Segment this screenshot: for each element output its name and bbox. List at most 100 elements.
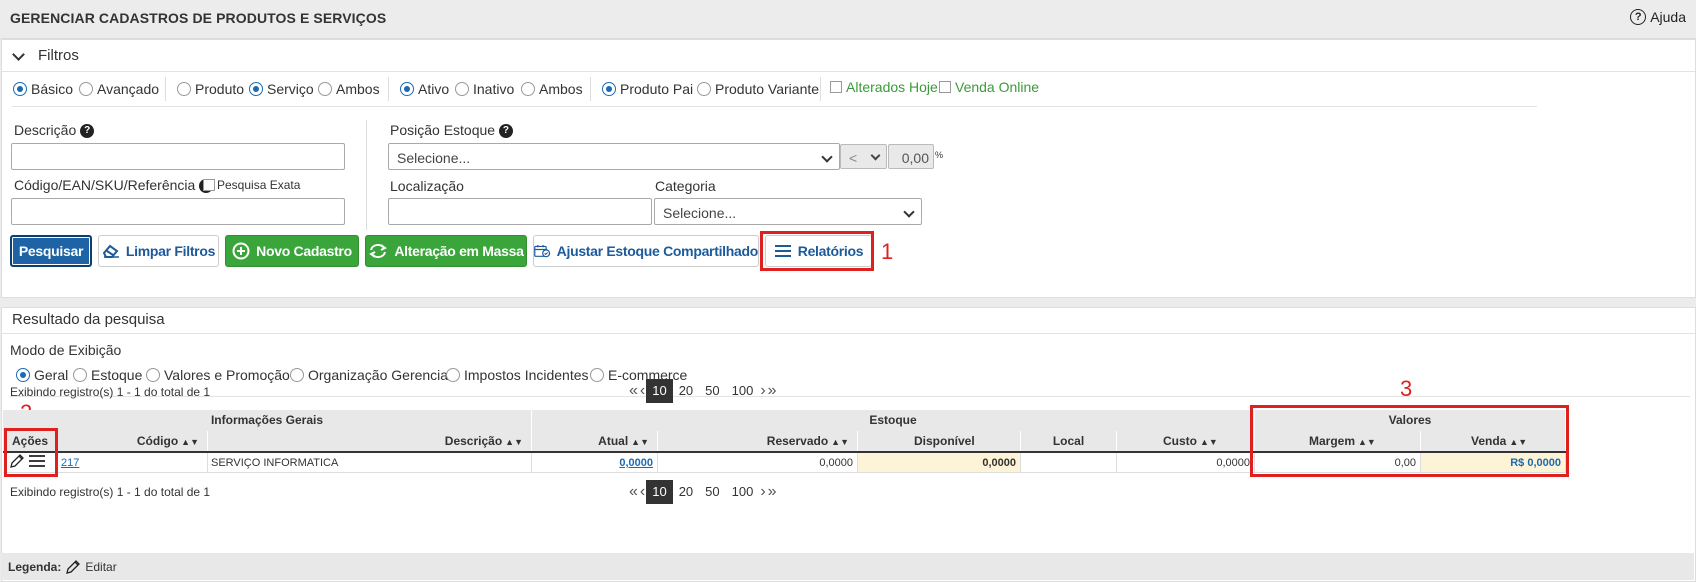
radio-service[interactable]: Serviço — [249, 81, 314, 97]
radio-indicator[interactable] — [290, 368, 304, 382]
group-stock: Estoque — [532, 410, 1255, 431]
col-code[interactable]: Código ▲▼ — [58, 431, 208, 451]
display-mode-stock[interactable]: Estoque — [73, 367, 142, 383]
col-cost[interactable]: Custo ▲▼ — [1117, 431, 1255, 451]
row-code-link[interactable]: 217 — [58, 453, 208, 473]
annotation-box-3 — [1250, 405, 1569, 477]
chevron-right-icon[interactable]: › — [759, 382, 766, 400]
filters-title: Filtros — [38, 47, 79, 64]
chevron-down-icon — [870, 150, 881, 161]
pagination-bottom: « ‹ 10 20 50 100 › » — [628, 480, 778, 504]
radio-indicator[interactable] — [446, 368, 460, 382]
radio-advanced[interactable]: Avançado — [79, 81, 159, 97]
description-input[interactable] — [11, 143, 345, 170]
radio-indicator[interactable] — [16, 368, 30, 382]
location-label: Localização — [390, 178, 464, 194]
col-description[interactable]: Descrição ▲▼ — [208, 431, 532, 451]
page-title: GERENCIAR CADASTROS DE PRODUTOS E SERVIÇ… — [10, 10, 387, 26]
annotation-box-2 — [4, 428, 58, 477]
radio-inactive[interactable]: Inativo — [455, 81, 514, 97]
exact-search-check[interactable]: Pesquisa Exata — [203, 178, 300, 192]
page-size-option[interactable]: 10 — [646, 379, 673, 403]
row-cost: 0,0000 — [1117, 453, 1255, 473]
radio-indicator[interactable] — [602, 82, 616, 96]
radio-indicator[interactable] — [73, 368, 87, 382]
stock-position-select[interactable]: Selecione... — [388, 143, 840, 170]
radio-indicator[interactable] — [146, 368, 160, 382]
row-reserved: 0,0000 — [658, 453, 858, 473]
divider — [12, 106, 1537, 107]
pagination-top: « ‹ 10 20 50 100 › » — [628, 379, 778, 403]
page-size-option[interactable]: 100 — [726, 379, 760, 403]
radio-indicator[interactable] — [318, 82, 332, 96]
double-chevron-left-icon[interactable]: « — [628, 382, 639, 400]
double-chevron-left-icon[interactable]: « — [628, 483, 639, 501]
radio-indicator[interactable] — [455, 82, 469, 96]
radio-indicator[interactable] — [521, 82, 535, 96]
radio-indicator[interactable] — [590, 368, 604, 382]
adjust-shared-stock-button[interactable]: Ajustar Estoque Compartilhado — [533, 235, 759, 267]
question-icon[interactable]: ? — [498, 124, 513, 139]
divider — [820, 77, 821, 101]
double-chevron-right-icon[interactable]: » — [767, 483, 778, 501]
records-text-bottom: Exibindo registro(s) 1 - 1 do total de 1 — [10, 485, 211, 499]
refresh-arrows-icon — [369, 244, 388, 258]
row-current-link[interactable]: 0,0000 — [532, 453, 658, 473]
category-select[interactable]: Selecione... — [654, 198, 922, 225]
bulk-change-button[interactable]: Alteração em Massa — [365, 235, 527, 267]
display-mode-general[interactable]: Geral — [16, 367, 68, 383]
checkbox[interactable] — [939, 81, 951, 93]
page-size-option[interactable]: 10 — [646, 480, 673, 504]
search-button[interactable]: Pesquisar — [10, 235, 92, 267]
radio-indicator[interactable] — [79, 82, 93, 96]
checkbox[interactable] — [203, 179, 215, 191]
display-mode-management[interactable]: Organização Gerencial — [290, 367, 451, 383]
display-mode-values[interactable]: Valores e Promoção — [146, 367, 290, 383]
results-panel: Resultado da pesquisa Modo de Exibição G… — [1, 307, 1696, 582]
operator-select[interactable]: < — [840, 144, 887, 169]
radio-both-status[interactable]: Ambos — [521, 81, 583, 97]
radio-indicator[interactable] — [400, 82, 414, 96]
stock-position-label: Posição Estoque ? — [390, 122, 513, 139]
radio-variant-product[interactable]: Produto Variante — [697, 81, 819, 97]
question-icon[interactable]: ? — [80, 124, 95, 139]
radio-indicator[interactable] — [13, 82, 27, 96]
location-input[interactable] — [388, 198, 652, 225]
records-text-top: Exibindo registro(s) 1 - 1 do total de 1 — [10, 385, 211, 399]
chevron-left-icon[interactable]: ‹ — [639, 382, 646, 400]
radio-product[interactable]: Produto — [177, 81, 244, 97]
code-input[interactable] — [11, 198, 345, 225]
page-size-option[interactable]: 100 — [726, 480, 760, 504]
col-local: Local — [1021, 431, 1117, 451]
chevron-left-icon[interactable]: ‹ — [639, 483, 646, 501]
checkbox[interactable] — [830, 81, 842, 93]
radio-indicator[interactable] — [697, 82, 711, 96]
page-size-option[interactable]: 50 — [699, 379, 725, 403]
radio-parent-product[interactable]: Produto Pai — [602, 81, 693, 97]
category-label: Categoria — [655, 178, 716, 194]
help-link[interactable]: ? Ajuda — [1630, 9, 1686, 25]
page-size-option[interactable]: 50 — [699, 480, 725, 504]
check-changed-today[interactable]: Alterados Hoje — [830, 79, 938, 95]
radio-active[interactable]: Ativo — [400, 81, 449, 97]
page-size-option[interactable]: 20 — [673, 480, 699, 504]
check-online-sale[interactable]: Venda Online — [939, 79, 1039, 95]
top-bar: GERENCIAR CADASTROS DE PRODUTOS E SERVIÇ… — [0, 0, 1696, 39]
radio-indicator[interactable] — [249, 82, 263, 96]
radio-both-type[interactable]: Ambos — [318, 81, 380, 97]
display-mode-taxes[interactable]: Impostos Incidentes — [446, 367, 589, 383]
new-record-button[interactable]: Novo Cadastro — [225, 235, 359, 267]
radio-basic[interactable]: Básico — [13, 81, 73, 97]
radio-indicator[interactable] — [177, 82, 191, 96]
stock-amount-input[interactable]: 0,00 — [888, 144, 934, 169]
col-reserved[interactable]: Reservado ▲▼ — [658, 431, 858, 451]
chevron-right-icon[interactable]: › — [759, 483, 766, 501]
double-chevron-right-icon[interactable]: » — [767, 382, 778, 400]
col-current[interactable]: Atual ▲▼ — [532, 431, 658, 451]
filters-header[interactable]: Filtros — [2, 40, 1695, 72]
row-local — [1021, 453, 1117, 473]
page-size-option[interactable]: 20 — [673, 379, 699, 403]
clear-filters-button[interactable]: Limpar Filtros — [98, 235, 219, 267]
chevron-down-icon[interactable] — [12, 48, 25, 61]
divider — [10, 396, 1690, 397]
